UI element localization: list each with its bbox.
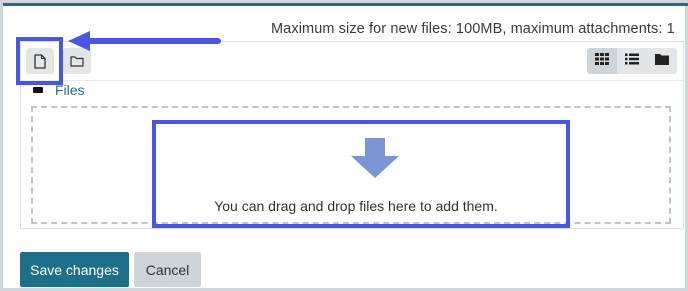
grid-view-button[interactable]	[587, 48, 617, 74]
breadcrumb-files-link[interactable]: Files	[55, 82, 85, 98]
max-size-note: Maximum size for new files: 100MB, maxim…	[271, 21, 675, 37]
tree-view-button[interactable]	[647, 48, 677, 74]
add-file-button[interactable]	[26, 48, 54, 74]
cancel-button[interactable]: Cancel	[134, 252, 201, 287]
grid-view-icon	[595, 52, 609, 70]
page-frame: Maximum size for new files: 100MB, maxim…	[0, 0, 688, 291]
save-changes-button[interactable]: Save changes	[20, 252, 129, 287]
breadcrumb: Files	[33, 82, 85, 98]
list-view-icon	[625, 52, 639, 70]
annotation-arrow-icon	[68, 31, 223, 56]
form-actions: Save changes Cancel	[20, 252, 201, 287]
view-switcher	[587, 48, 677, 74]
folder-tree-icon	[655, 52, 669, 70]
file-manager: Files You can drag and drop files here t…	[20, 41, 684, 229]
file-icon	[34, 53, 46, 69]
drop-zone-hint: You can drag and drop files here to add …	[214, 198, 498, 214]
top-border	[3, 3, 688, 6]
list-view-button[interactable]	[617, 48, 647, 74]
folder-icon	[33, 87, 43, 93]
folder-outline-icon	[70, 55, 84, 67]
drop-zone[interactable]: You can drag and drop files here to add …	[31, 106, 671, 224]
arrow-down-icon	[351, 138, 399, 183]
